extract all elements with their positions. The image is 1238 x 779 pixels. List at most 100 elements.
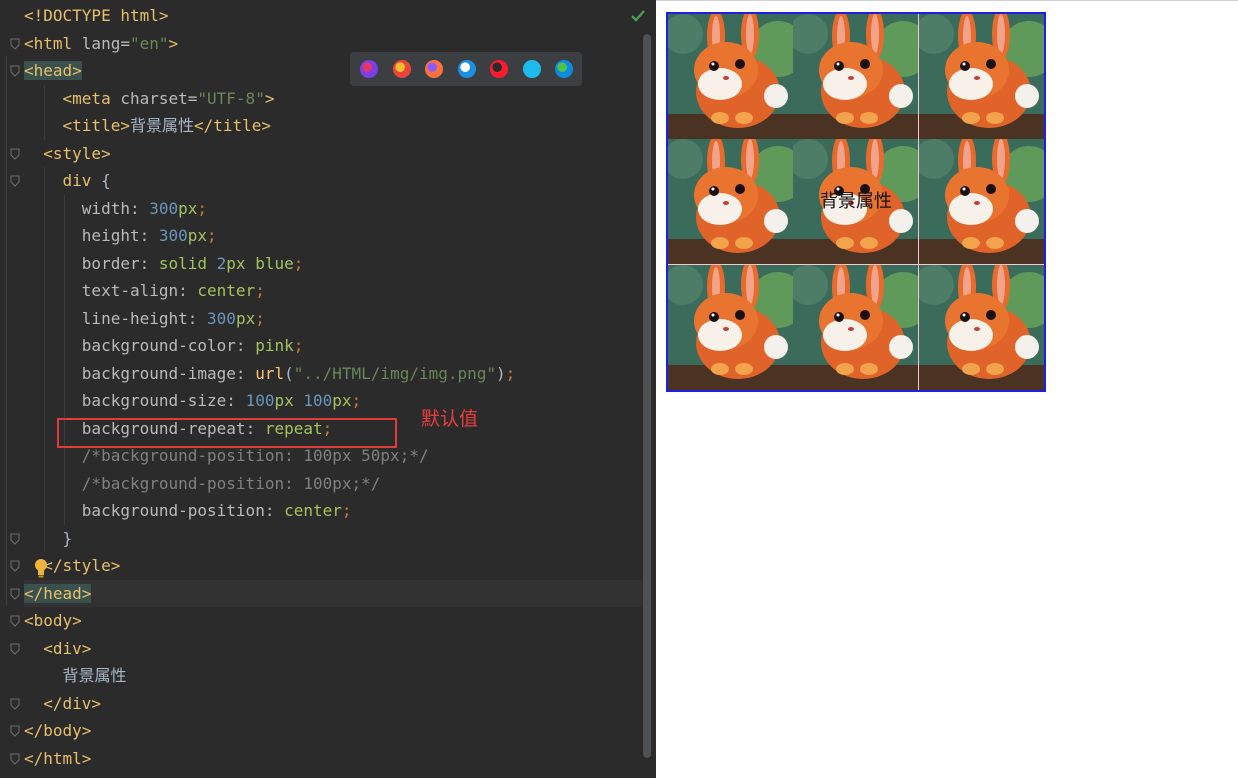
firefox-icon[interactable] bbox=[425, 60, 443, 78]
fold-marker-icon[interactable] bbox=[10, 175, 20, 187]
fold-marker-icon[interactable] bbox=[10, 615, 20, 627]
code-token: <div> bbox=[43, 638, 92, 658]
code-line[interactable]: background-size: 100px 100px; bbox=[24, 387, 642, 415]
fold-marker-icon[interactable] bbox=[10, 148, 20, 160]
code-line[interactable]: div { bbox=[24, 167, 642, 195]
intellij-icon[interactable] bbox=[360, 60, 378, 78]
indent-guide bbox=[44, 497, 45, 525]
opera-icon[interactable] bbox=[490, 60, 508, 78]
fold-marker-icon[interactable] bbox=[10, 65, 20, 77]
code-token: 100 bbox=[303, 391, 333, 410]
code-line[interactable]: 背景属性 bbox=[24, 662, 642, 690]
indent-guide bbox=[64, 277, 65, 305]
code-token: </div> bbox=[43, 693, 102, 713]
code-token: : bbox=[178, 281, 198, 300]
lightbulb-icon[interactable] bbox=[34, 558, 48, 578]
code-line[interactable]: </style> bbox=[24, 552, 642, 580]
indent-guide bbox=[44, 249, 45, 277]
indent-guide bbox=[44, 167, 45, 195]
indent-guide bbox=[44, 222, 45, 250]
check-icon[interactable] bbox=[630, 8, 646, 24]
fold-marker-icon[interactable] bbox=[10, 560, 20, 572]
code-token: ; bbox=[293, 253, 304, 273]
highlight-box bbox=[57, 418, 397, 448]
code-line[interactable]: background-color: pink; bbox=[24, 332, 642, 360]
code-token: background-image bbox=[81, 363, 236, 383]
safari-icon[interactable] bbox=[457, 60, 476, 78]
fold-marker-icon[interactable] bbox=[10, 533, 20, 545]
indent-guide bbox=[64, 387, 65, 415]
code-token: background-position bbox=[81, 501, 265, 520]
code-token: pink bbox=[255, 336, 294, 355]
code-line[interactable]: </head> bbox=[24, 579, 642, 607]
code-token: text-align bbox=[81, 281, 179, 300]
code-line[interactable]: /*background-position: 100px;*/ bbox=[24, 469, 642, 497]
code-line[interactable]: } bbox=[24, 524, 642, 552]
indent-guide bbox=[44, 194, 45, 222]
code-token: div bbox=[62, 171, 102, 190]
code-line[interactable]: <div> bbox=[24, 635, 642, 663]
indent-guide bbox=[64, 332, 65, 360]
browser-preview: 背景属性 bbox=[656, 0, 1238, 779]
fold-marker-icon[interactable] bbox=[10, 643, 20, 655]
code-line[interactable]: background-position: center; bbox=[24, 497, 642, 525]
ie-icon[interactable] bbox=[522, 60, 541, 78]
indent-guide bbox=[44, 414, 45, 442]
code-line[interactable]: <style> bbox=[24, 140, 642, 168]
code-token: charset= bbox=[120, 88, 198, 108]
fold-marker-icon[interactable] bbox=[10, 753, 20, 765]
code-line[interactable]: </body> bbox=[24, 717, 642, 745]
indent-guide bbox=[44, 442, 45, 470]
fold-marker-icon[interactable] bbox=[10, 698, 20, 710]
code-line[interactable]: width: 300px; bbox=[24, 194, 642, 222]
fold-marker-icon[interactable] bbox=[10, 38, 20, 50]
code-line[interactable]: text-align: center; bbox=[24, 277, 642, 305]
vertical-scrollbar[interactable] bbox=[643, 34, 651, 758]
code-line[interactable]: <body> bbox=[24, 607, 642, 635]
code-token: ; bbox=[255, 281, 265, 300]
code-token: 300 bbox=[207, 308, 236, 328]
fold-marker-icon[interactable] bbox=[10, 588, 20, 600]
code-line[interactable]: height: 300px; bbox=[24, 222, 642, 250]
code-token: width bbox=[81, 198, 130, 218]
code-token: <!DOCTYPE html> bbox=[24, 6, 169, 25]
indent-guide bbox=[44, 112, 45, 140]
code-token: <title> bbox=[62, 116, 130, 135]
code-token: : bbox=[235, 363, 256, 383]
code-line[interactable]: line-height: 300px; bbox=[24, 304, 642, 332]
indent-guide bbox=[44, 277, 45, 305]
indent-guide bbox=[44, 469, 45, 497]
editor-gutter bbox=[0, 0, 24, 778]
code-token: 背景属性 bbox=[62, 666, 127, 685]
code-area[interactable]: <!DOCTYPE html> <html lang="en"> <head> <m… bbox=[24, 2, 642, 772]
code-token: /*background-position: 100px;*/ bbox=[81, 473, 381, 493]
code-token: 300 bbox=[158, 226, 188, 245]
indent-guide bbox=[64, 249, 65, 277]
code-token: : bbox=[139, 253, 159, 273]
code-line[interactable]: </html> bbox=[24, 745, 642, 773]
code-line[interactable]: <!DOCTYPE html> bbox=[24, 2, 642, 30]
gutter-fold-line bbox=[6, 56, 7, 606]
code-line[interactable]: </div> bbox=[24, 690, 642, 718]
code-line[interactable]: <title>背景属性</title> bbox=[24, 112, 642, 140]
chrome-icon[interactable] bbox=[392, 60, 411, 78]
indent-guide bbox=[44, 332, 45, 360]
edge-icon[interactable] bbox=[555, 60, 573, 78]
code-editor[interactable]: <!DOCTYPE html> <html lang="en"> <head> <m… bbox=[0, 0, 656, 778]
code-line[interactable]: background-image: url("../HTML/img/img.p… bbox=[24, 359, 642, 387]
code-token: "en" bbox=[129, 33, 169, 53]
code-token: ; bbox=[341, 501, 352, 520]
code-line[interactable]: border: solid 2px blue; bbox=[24, 249, 642, 277]
fold-marker-icon[interactable] bbox=[10, 725, 20, 737]
indent-guide bbox=[64, 194, 65, 222]
code-token: url bbox=[255, 363, 285, 383]
indent-guide bbox=[44, 84, 45, 112]
annotation-label: 默认值 bbox=[421, 408, 479, 430]
demo-div-text: 背景属性 bbox=[820, 191, 892, 212]
code-line[interactable]: <meta charset="UTF-8"> bbox=[24, 84, 642, 112]
code-token: <head> bbox=[24, 61, 82, 80]
